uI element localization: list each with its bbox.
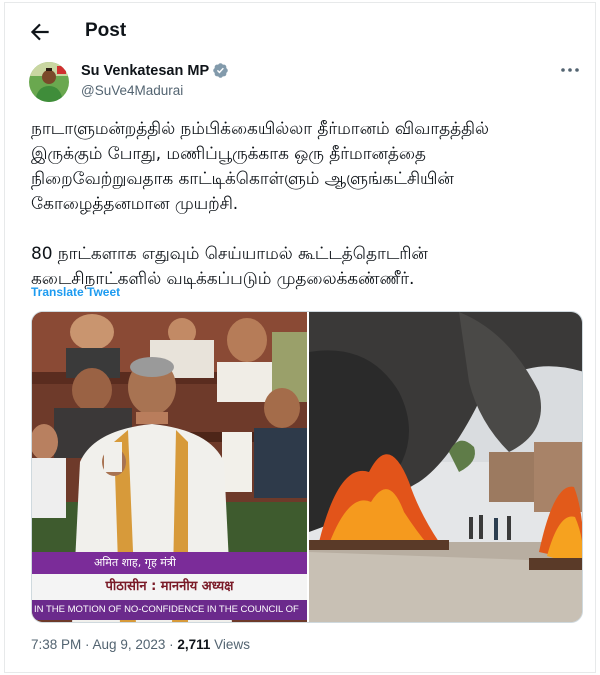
post-container: Post Su Venkatesan MP @SuVe4Madurai நாடா… [4, 2, 596, 673]
tweet-line: இருக்கும் போது, மணிப்பூருக்காக ஒரு தீர்ம… [31, 144, 426, 164]
fire-street-photo[interactable] [309, 312, 582, 622]
back-arrow-icon[interactable] [27, 19, 53, 45]
author-handle[interactable]: @SuVe4Madurai [81, 83, 183, 98]
caption-speaker-name: अमित शाह, गृह मंत्री [32, 552, 307, 574]
post-time[interactable]: 7:38 PM [31, 637, 81, 652]
tweet-text: நாடாளுமன்றத்தில் நம்பிக்கையில்லா தீர்மான… [31, 117, 583, 292]
verified-badge-icon [212, 62, 229, 79]
views-count: 2,711 [177, 637, 211, 652]
page-title: Post [85, 20, 127, 41]
post-meta: 7:38 PM · Aug 9, 2023 · 2,711 Views [31, 637, 250, 652]
top-bar: Post [5, 3, 595, 59]
avatar[interactable] [29, 62, 69, 102]
caption-motion-ticker: IN THE MOTION OF NO-CONFIDENCE IN THE CO… [32, 600, 307, 620]
tweet-line: கோழைத்தனமான முயற்சி. [31, 194, 239, 214]
more-options-icon[interactable] [559, 62, 581, 78]
tweet-line: நாடாளுமன்றத்தில் நம்பிக்கையில்லா தீர்மான… [31, 119, 489, 139]
meta-separator: · [165, 637, 178, 652]
tweet-line: 80 நாட்களாக எதுவும் செய்யாமல் கூட்டத்தொட… [31, 244, 428, 264]
parliament-photo[interactable]: अमित शाह, गृह मंत्री पीठासीन : माननीय अध… [32, 312, 307, 622]
post-date[interactable]: Aug 9, 2023 [93, 637, 166, 652]
translate-tweet-link[interactable]: Translate Tweet [31, 285, 120, 299]
tweet-media[interactable]: अमित शाह, गृह मंत्री पीठासीन : माननीय अध… [31, 311, 583, 623]
author-name[interactable]: Su Venkatesan MP [81, 63, 209, 79]
meta-separator: · [81, 637, 93, 652]
caption-chair: पीठासीन : माननीय अध्यक्ष [32, 574, 307, 600]
broadcast-caption: अमित शाह, गृह मंत्री पीठासीन : माननीय अध… [32, 552, 307, 622]
author-row: Su Venkatesan MP @SuVe4Madurai [29, 59, 589, 103]
views-label: Views [210, 637, 250, 652]
tweet-line: நிறைவேற்றுவதாக காட்டிக்கொள்ளும் ஆளுங்கட்… [31, 169, 454, 189]
